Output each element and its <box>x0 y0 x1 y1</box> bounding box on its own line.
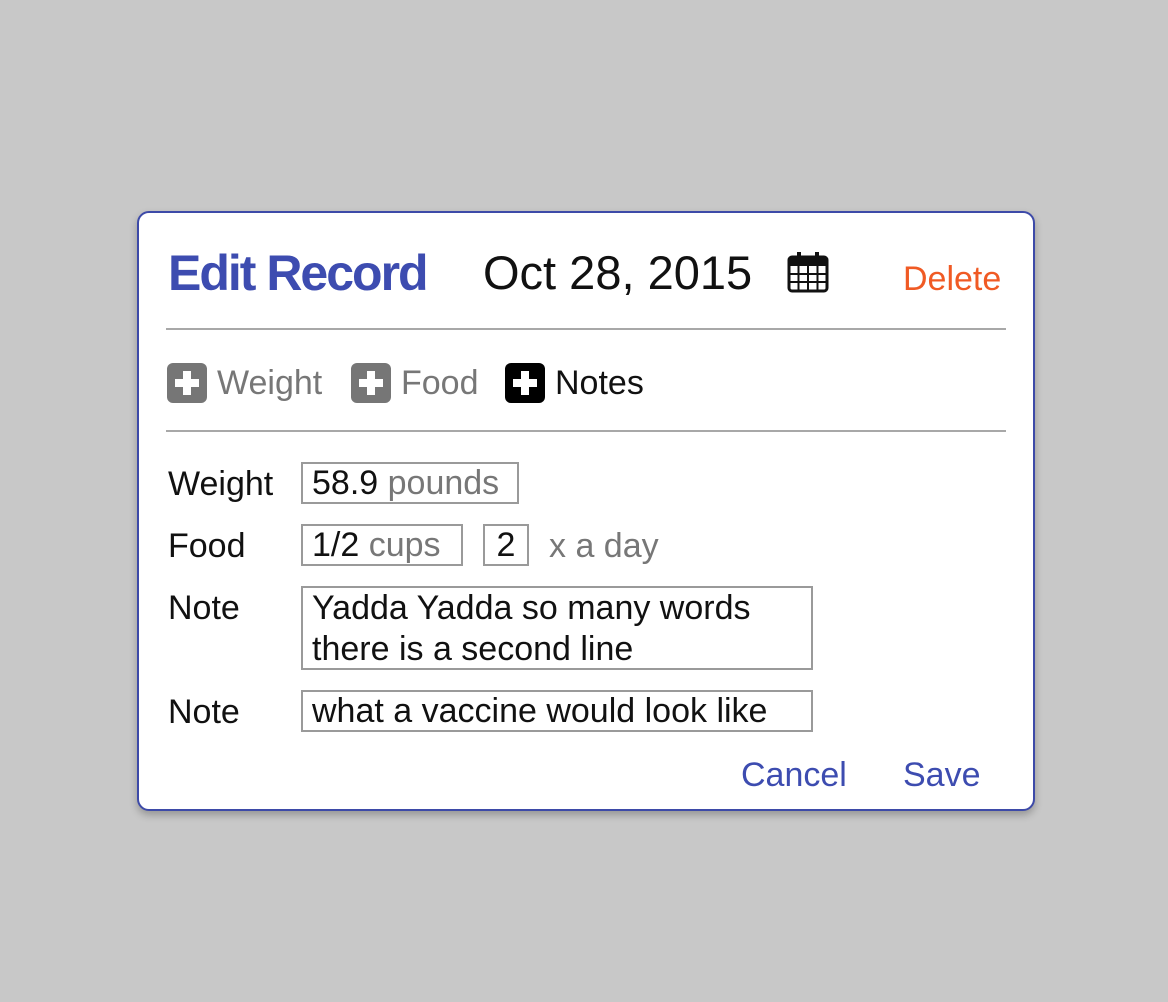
weight-label: Weight <box>168 465 274 503</box>
add-food-label: Food <box>401 364 479 402</box>
food-amount-input[interactable]: 1/2 cups <box>301 524 463 566</box>
weight-unit: pounds <box>387 464 500 502</box>
add-weight-button[interactable]: Weight <box>167 361 322 405</box>
note-line: Yadda Yadda so many words <box>312 589 751 627</box>
plus-icon <box>351 363 391 403</box>
dialog-title: Edit Record <box>168 245 429 301</box>
add-weight-label: Weight <box>217 364 323 402</box>
note-label: Note <box>168 693 240 731</box>
record-date[interactable]: Oct 28, 2015 <box>483 243 752 303</box>
note-input[interactable]: what a vaccine would look like <box>301 690 813 732</box>
food-times-value: 2 <box>496 526 516 564</box>
plus-icon <box>505 363 545 403</box>
add-notes-button[interactable]: Notes <box>505 361 644 405</box>
calendar-icon[interactable] <box>787 251 829 293</box>
cancel-button[interactable]: Cancel <box>741 753 847 797</box>
note-label: Note <box>168 589 240 627</box>
food-label: Food <box>168 527 246 565</box>
note-line: there is a second line <box>312 630 634 668</box>
save-button[interactable]: Save <box>903 753 981 797</box>
delete-button[interactable]: Delete <box>903 257 1001 301</box>
add-notes-label: Notes <box>555 364 644 402</box>
food-times-input[interactable]: 2 <box>483 524 529 566</box>
food-unit: cups <box>368 526 441 564</box>
weight-input[interactable]: 58.9 pounds <box>301 462 519 504</box>
edit-record-dialog: Edit Record Oct 28, 2015 Delete Weight F… <box>137 211 1035 811</box>
food-amount-value: 1/2 <box>312 526 360 564</box>
food-times-suffix: x a day <box>549 527 659 565</box>
toolbar-divider <box>166 430 1006 432</box>
header-divider <box>166 328 1006 330</box>
plus-icon <box>167 363 207 403</box>
note-line: what a vaccine would look like <box>312 692 768 730</box>
add-food-button[interactable]: Food <box>351 361 479 405</box>
note-textarea[interactable]: Yadda Yadda so many words there is a sec… <box>301 586 813 670</box>
weight-value: 58.9 <box>312 464 379 502</box>
